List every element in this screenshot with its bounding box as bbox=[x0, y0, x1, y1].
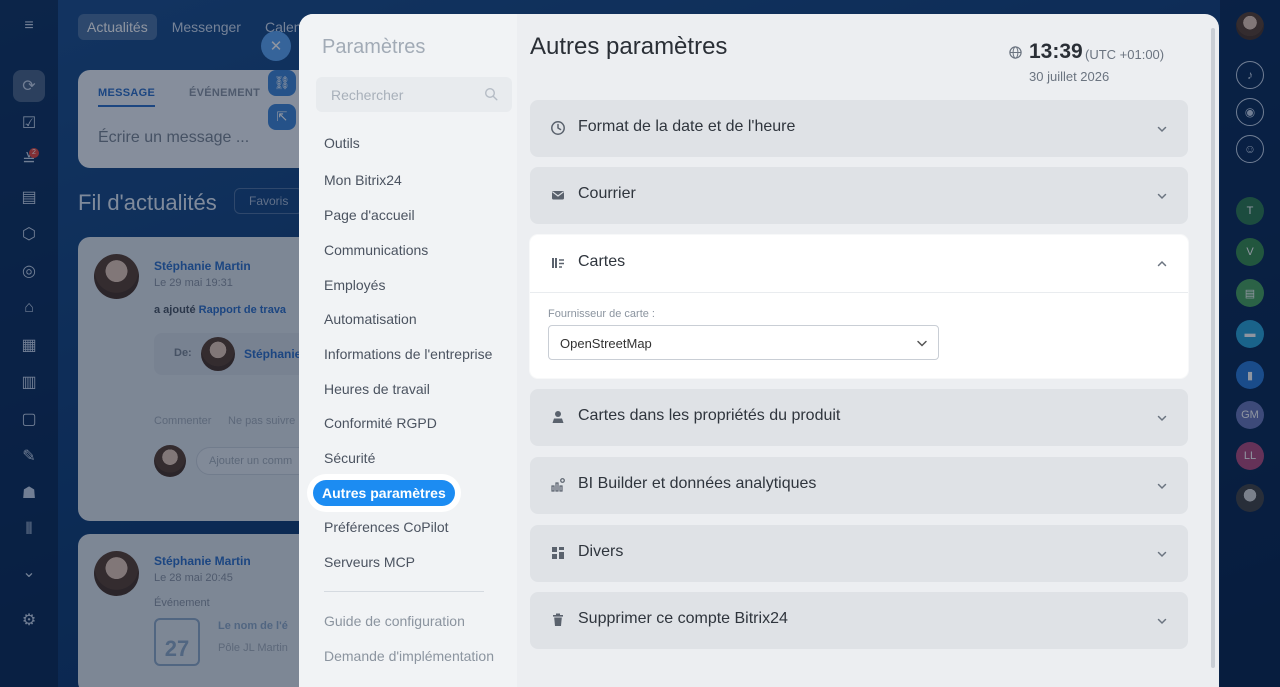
analytics-icon bbox=[551, 478, 565, 492]
search-box bbox=[316, 77, 512, 112]
sidebar-link-demande-implementation[interactable]: Demande d'implémentation bbox=[324, 648, 494, 664]
sidebar-item-autres-parametres[interactable]: Autres paramètres bbox=[313, 480, 455, 506]
section-label: Courrier bbox=[578, 185, 636, 202]
section-cartes-proprietes-produit[interactable]: Cartes dans les propriétés du produit bbox=[530, 389, 1188, 446]
grid-icon bbox=[552, 547, 564, 559]
sidebar-item-securite[interactable]: Sécurité bbox=[324, 450, 375, 466]
clock-icon bbox=[551, 121, 565, 135]
trash-icon bbox=[553, 613, 563, 626]
sidebar-divider bbox=[324, 591, 484, 592]
chevron-down-icon[interactable] bbox=[1156, 412, 1168, 424]
chevron-down-icon[interactable] bbox=[1156, 548, 1168, 560]
section-supprimer-compte[interactable]: Supprimer ce compte Bitrix24 bbox=[530, 592, 1188, 649]
map-icon bbox=[552, 258, 564, 268]
section-cartes: Cartes Fournisseur de carte : OpenStreet… bbox=[530, 235, 1188, 378]
section-label: Divers bbox=[578, 543, 624, 560]
settings-panel: Paramètres Outils Mon Bitrix24 Page d'ac… bbox=[299, 14, 1219, 687]
sidebar-item-preferences-copilot[interactable]: Préférences CoPilot bbox=[324, 519, 449, 535]
section-courrier[interactable]: Courrier bbox=[530, 167, 1188, 224]
settings-sidebar: Paramètres Outils Mon Bitrix24 Page d'ac… bbox=[299, 14, 517, 687]
sidebar-item-conformite-rgpd[interactable]: Conformité RGPD bbox=[324, 415, 437, 431]
sidebar-item-serveurs-mcp[interactable]: Serveurs MCP bbox=[324, 554, 415, 570]
section-label[interactable]: Cartes bbox=[578, 253, 625, 271]
section-label: Format de la date et de l'heure bbox=[578, 118, 796, 135]
sidebar-item-communications[interactable]: Communications bbox=[324, 242, 428, 258]
section-label: Cartes dans les propriétés du produit bbox=[578, 407, 841, 424]
map-provider-value: OpenStreetMap bbox=[560, 336, 652, 351]
clock-timezone: (UTC +01:00) bbox=[1085, 47, 1165, 62]
sidebar-item-informations-entreprise[interactable]: Informations de l'entreprise bbox=[324, 346, 492, 362]
sidebar-item-heures-travail[interactable]: Heures de travail bbox=[324, 381, 430, 397]
map-provider-label: Fournisseur de carte : bbox=[548, 308, 655, 320]
globe-icon bbox=[1009, 46, 1022, 59]
clock-time: 13:39 bbox=[1029, 40, 1083, 63]
section-label: BI Builder et données analytiques bbox=[578, 475, 817, 492]
clock-date: 30 juillet 2026 bbox=[1029, 69, 1110, 84]
map-pin-icon bbox=[552, 411, 564, 423]
section-divers[interactable]: Divers bbox=[530, 525, 1188, 582]
sidebar-item-page-accueil[interactable]: Page d'accueil bbox=[324, 207, 415, 223]
chevron-down-icon[interactable] bbox=[1156, 190, 1168, 202]
chevron-down-icon[interactable] bbox=[1156, 480, 1168, 492]
mail-icon bbox=[552, 191, 564, 200]
section-label: Supprimer ce compte Bitrix24 bbox=[578, 610, 788, 627]
map-provider-select[interactable]: OpenStreetMap bbox=[548, 325, 939, 360]
search-input[interactable] bbox=[316, 77, 484, 112]
chevron-up-icon[interactable] bbox=[1156, 258, 1168, 270]
section-bi-builder[interactable]: BI Builder et données analytiques bbox=[530, 457, 1188, 514]
chevron-down-icon[interactable] bbox=[1156, 123, 1168, 135]
sidebar-title: Paramètres bbox=[322, 36, 426, 58]
section-divider bbox=[530, 292, 1188, 293]
section-format-date-heure[interactable]: Format de la date et de l'heure bbox=[530, 100, 1188, 157]
search-icon[interactable] bbox=[484, 87, 498, 101]
chevron-down-icon[interactable] bbox=[1156, 615, 1168, 627]
chevron-down-icon[interactable] bbox=[916, 337, 928, 349]
sidebar-item-employes[interactable]: Employés bbox=[324, 277, 385, 293]
scrollbar[interactable] bbox=[1211, 28, 1215, 668]
page-title: Autres paramètres bbox=[530, 33, 728, 60]
sidebar-item-automatisation[interactable]: Automatisation bbox=[324, 311, 417, 327]
sidebar-link-guide-configuration[interactable]: Guide de configuration bbox=[324, 613, 465, 629]
sidebar-item-mon-bitrix24[interactable]: Mon Bitrix24 bbox=[324, 172, 402, 188]
sidebar-item-outils[interactable]: Outils bbox=[324, 135, 360, 151]
